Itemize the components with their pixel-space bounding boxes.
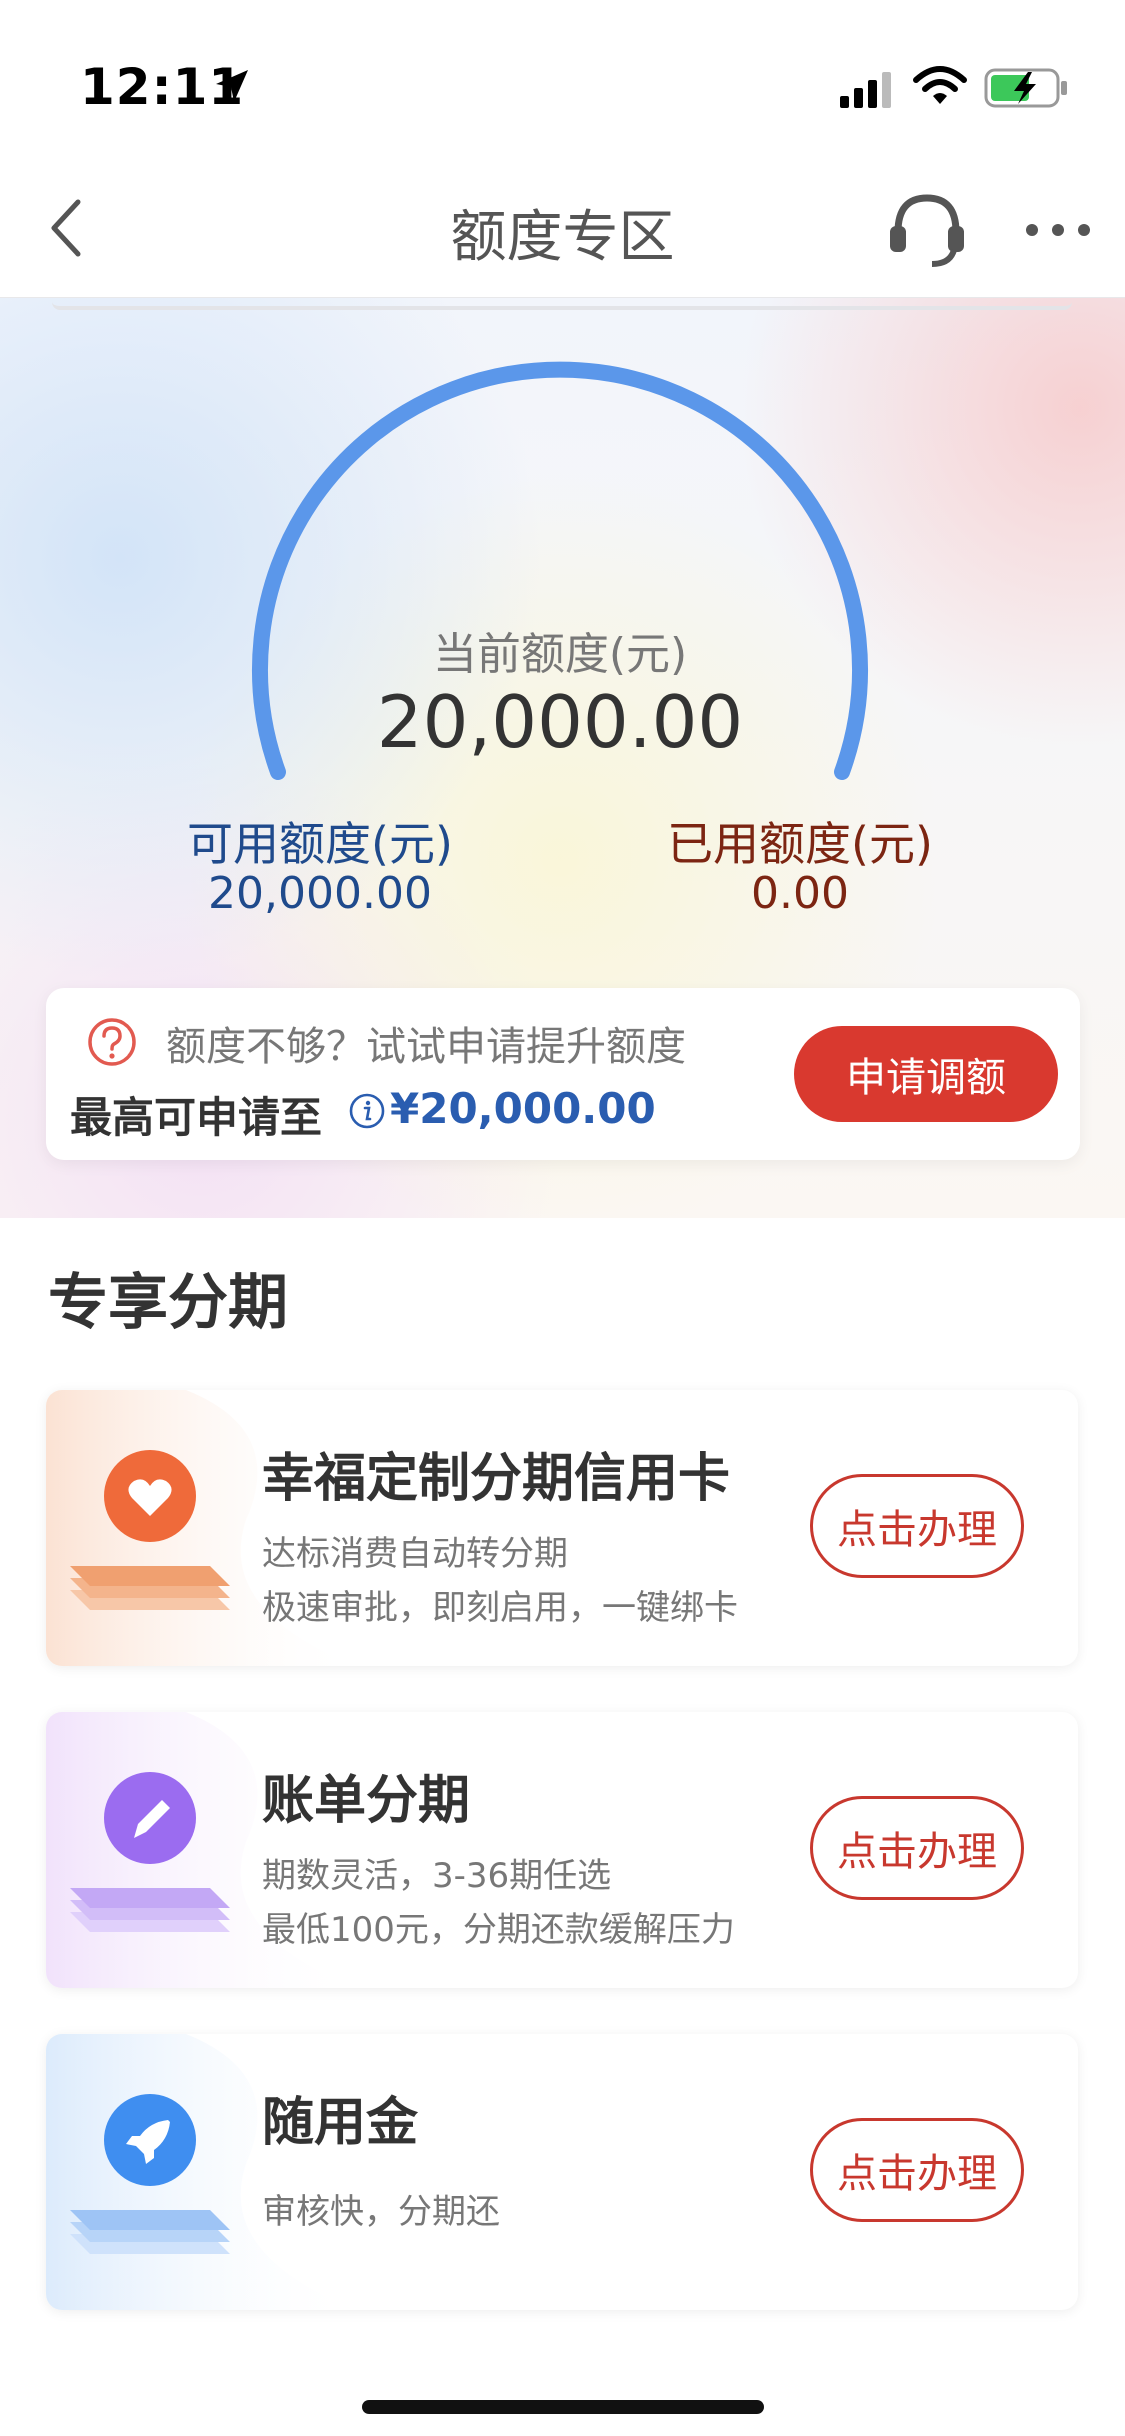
used-limit-value: 0.00 [751, 868, 849, 919]
product-description: 最低100元，分期还款缓解压力 [262, 1910, 735, 1950]
status-bar: 12:11 [0, 0, 1125, 160]
available-limit-value: 20,000.00 [208, 868, 432, 919]
product-card-bill-installment[interactable]: 账单分期 期数灵活，3-36期任选 最低100元，分期还款缓解压力 点击办理 [46, 1712, 1078, 1988]
product-description: 极速审批，即刻启用，一键绑卡 [262, 1588, 738, 1628]
product-title: 账单分期 [262, 1771, 471, 1831]
home-indicator[interactable] [362, 2400, 764, 2414]
pencil-icon [70, 1772, 230, 1932]
product-description: 审核快，分期还 [262, 2192, 500, 2232]
apply-now-button[interactable]: 点击办理 [810, 2118, 1024, 2222]
navigation-bar: 额度专区 [0, 160, 1125, 298]
product-card-custom-installment-card[interactable]: 幸福定制分期信用卡 达标消费自动转分期 极速审批，即刻启用，一键绑卡 点击办理 [46, 1390, 1078, 1666]
info-icon[interactable] [348, 1092, 386, 1130]
apply-now-button[interactable]: 点击办理 [810, 1796, 1024, 1900]
customer-service-headset-icon[interactable] [884, 186, 970, 272]
location-arrow-icon [216, 70, 248, 102]
product-card-flexible-cash[interactable]: 随用金 审核快，分期还 点击办理 [46, 2034, 1078, 2310]
apply-limit-increase-button[interactable]: 申请调额 [794, 1026, 1058, 1122]
heart-icon [70, 1450, 230, 1610]
product-description: 达标消费自动转分期 [262, 1534, 568, 1574]
max-limit-value: ¥20,000.00 [390, 1084, 656, 1133]
wifi-icon [913, 66, 967, 104]
battery-charging-icon [984, 68, 1067, 108]
used-limit-label: 已用额度(元) [667, 817, 933, 871]
current-limit-label: 当前额度(元) [432, 629, 688, 680]
question-icon [88, 1018, 136, 1066]
available-limit-label: 可用额度(元) [187, 817, 453, 871]
product-description: 期数灵活，3-36期任选 [262, 1856, 612, 1896]
limit-increase-card: 额度不够？试试申请提升额度 最高可申请至 ¥20,000.00 申请调额 [46, 988, 1080, 1160]
cellular-signal-icon [840, 72, 891, 108]
product-title: 幸福定制分期信用卡 [262, 1449, 731, 1509]
exclusive-installments-section: 专享分期 幸福定制分期信用卡 达标消费自动转分期 极速审批，即刻启用，一键绑卡 … [0, 1218, 1125, 2336]
limit-hint-text: 额度不够？试试申请提升额度 [166, 1024, 686, 1070]
section-title: 专享分期 [48, 1268, 288, 1338]
max-limit-label: 最高可申请至 [70, 1093, 323, 1142]
apply-now-button[interactable]: 点击办理 [810, 1474, 1024, 1578]
credit-gauge: 当前额度(元) 20,000.00 [240, 360, 880, 820]
rocket-icon [70, 2094, 230, 2254]
header-divider [52, 298, 1072, 310]
home-indicator-area [0, 2336, 1125, 2436]
product-title: 随用金 [262, 2093, 419, 2153]
current-limit-value: 20,000.00 [376, 680, 744, 764]
more-options-icon[interactable] [1022, 210, 1094, 250]
